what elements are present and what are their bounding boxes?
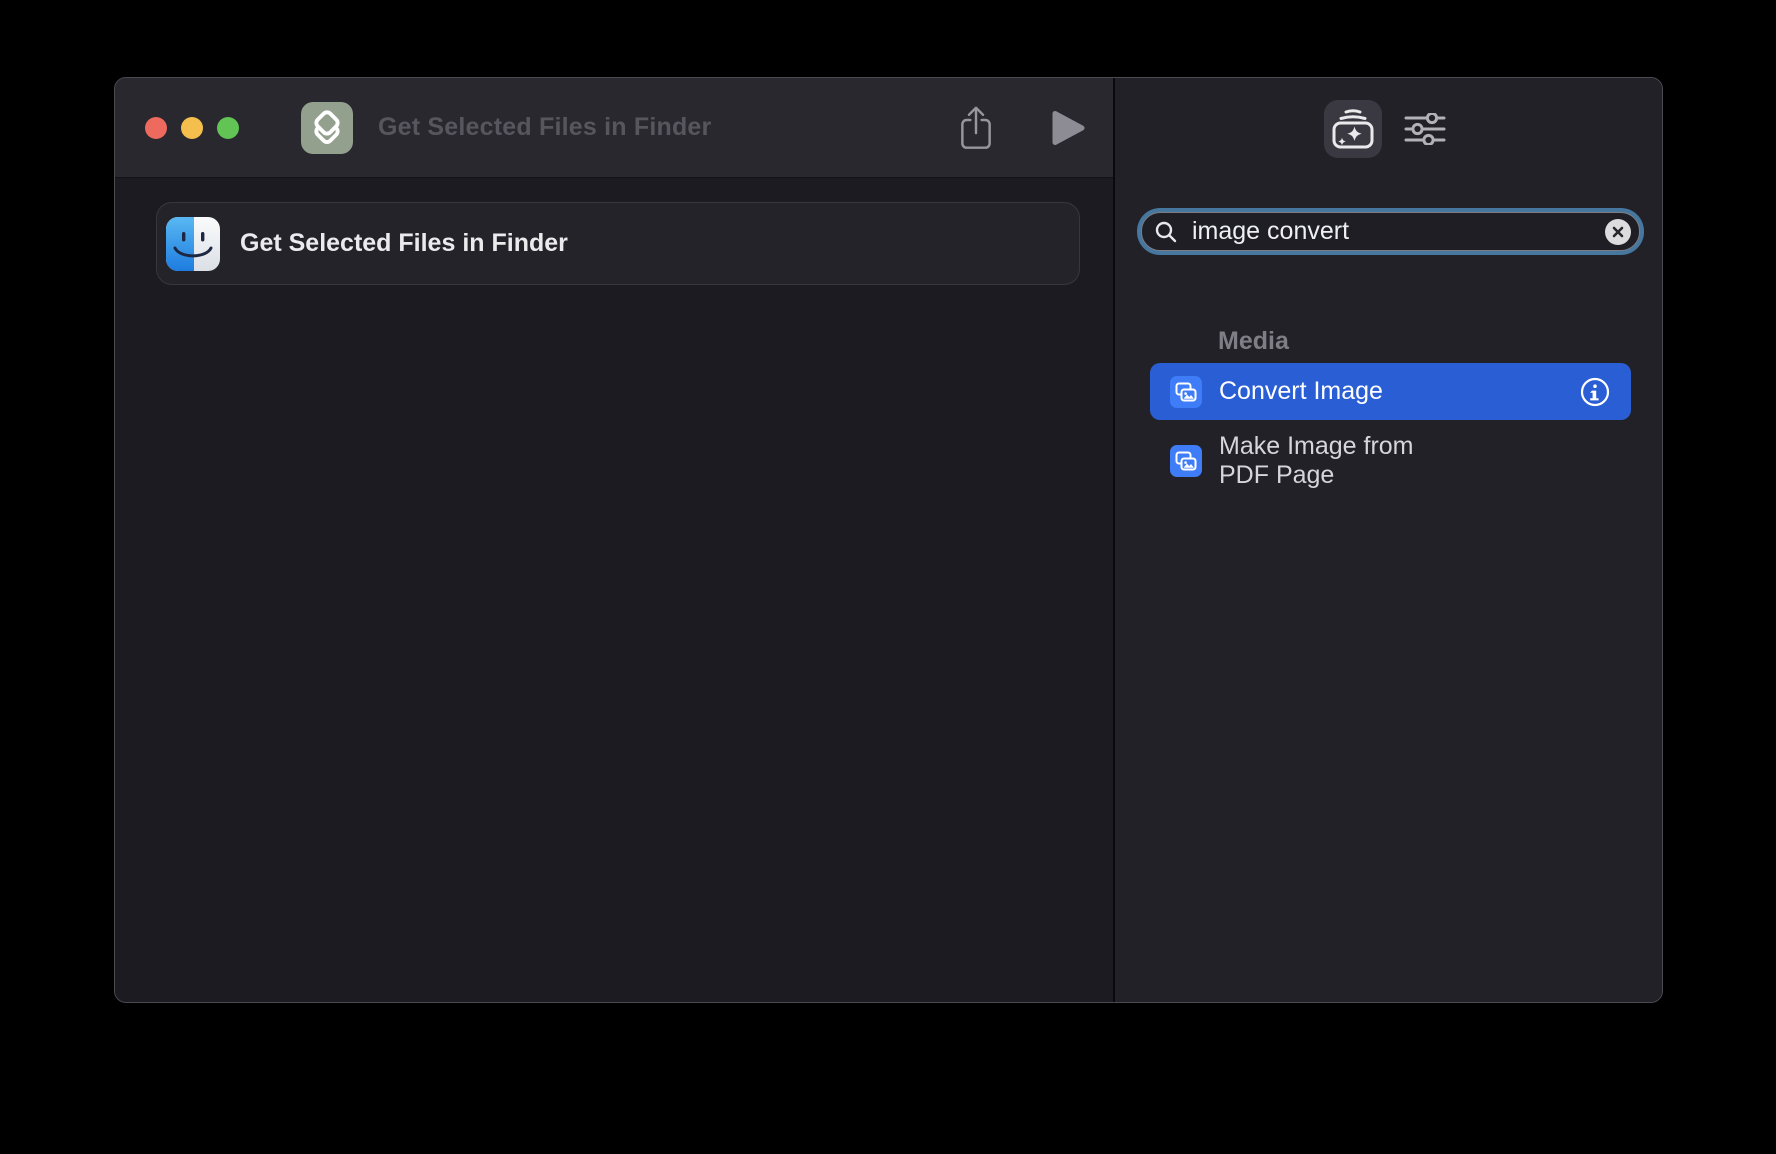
result-convert-image[interactable]: Convert Image — [1150, 363, 1631, 420]
info-icon — [1579, 376, 1611, 408]
traffic-lights — [145, 117, 239, 139]
search-field-inner — [1141, 212, 1640, 251]
shortcut-app-icon — [301, 102, 353, 154]
photo-stack-icon — [1170, 376, 1202, 408]
panel-toolbar — [1115, 78, 1662, 158]
result-label: Make Image from PDF Page — [1219, 426, 1469, 496]
close-window-button[interactable] — [145, 117, 167, 139]
titlebar: Get Selected Files in Finder — [115, 78, 1113, 178]
share-icon — [956, 104, 996, 151]
search-input[interactable] — [1190, 216, 1605, 247]
action-library-panel: Media Convert Image — [1115, 78, 1662, 1002]
photo-stack-icon — [1170, 445, 1202, 477]
play-icon — [1052, 110, 1085, 146]
sliders-icon — [1404, 113, 1446, 145]
run-shortcut-button[interactable] — [1052, 110, 1085, 146]
action-card-get-selected-files[interactable]: Get Selected Files in Finder — [156, 202, 1080, 285]
editor-pane: Get Selected Files in Finder — [115, 78, 1113, 1002]
result-make-image-from-pdf-page[interactable]: Make Image from PDF Page — [1150, 424, 1631, 498]
search-results: Media Convert Image — [1150, 327, 1631, 502]
shortcuts-editor-window: Get Selected Files in Finder — [114, 77, 1663, 1003]
action-library-icon — [1330, 108, 1376, 150]
search-field — [1137, 208, 1644, 255]
result-label: Convert Image — [1219, 377, 1383, 406]
finder-icon — [166, 217, 220, 271]
desktop: { "window": { "title": "Get Selected Fil… — [0, 0, 1776, 1154]
shortcut-canvas: Get Selected Files in Finder — [115, 178, 1113, 1002]
titlebar-actions — [956, 104, 1085, 151]
fullscreen-window-button[interactable] — [217, 117, 239, 139]
tab-action-library[interactable] — [1324, 100, 1382, 158]
search-icon — [1154, 220, 1178, 244]
shortcut-layers-icon — [305, 106, 349, 150]
clear-search-button[interactable] — [1605, 219, 1631, 245]
window-title: Get Selected Files in Finder — [378, 113, 711, 142]
action-card-label: Get Selected Files in Finder — [240, 229, 568, 258]
info-button[interactable] — [1579, 376, 1611, 408]
tab-shortcut-details[interactable] — [1396, 100, 1454, 158]
xmark-icon — [1612, 226, 1624, 238]
section-header-media: Media — [1218, 327, 1631, 355]
share-button[interactable] — [956, 104, 996, 151]
minimize-window-button[interactable] — [181, 117, 203, 139]
